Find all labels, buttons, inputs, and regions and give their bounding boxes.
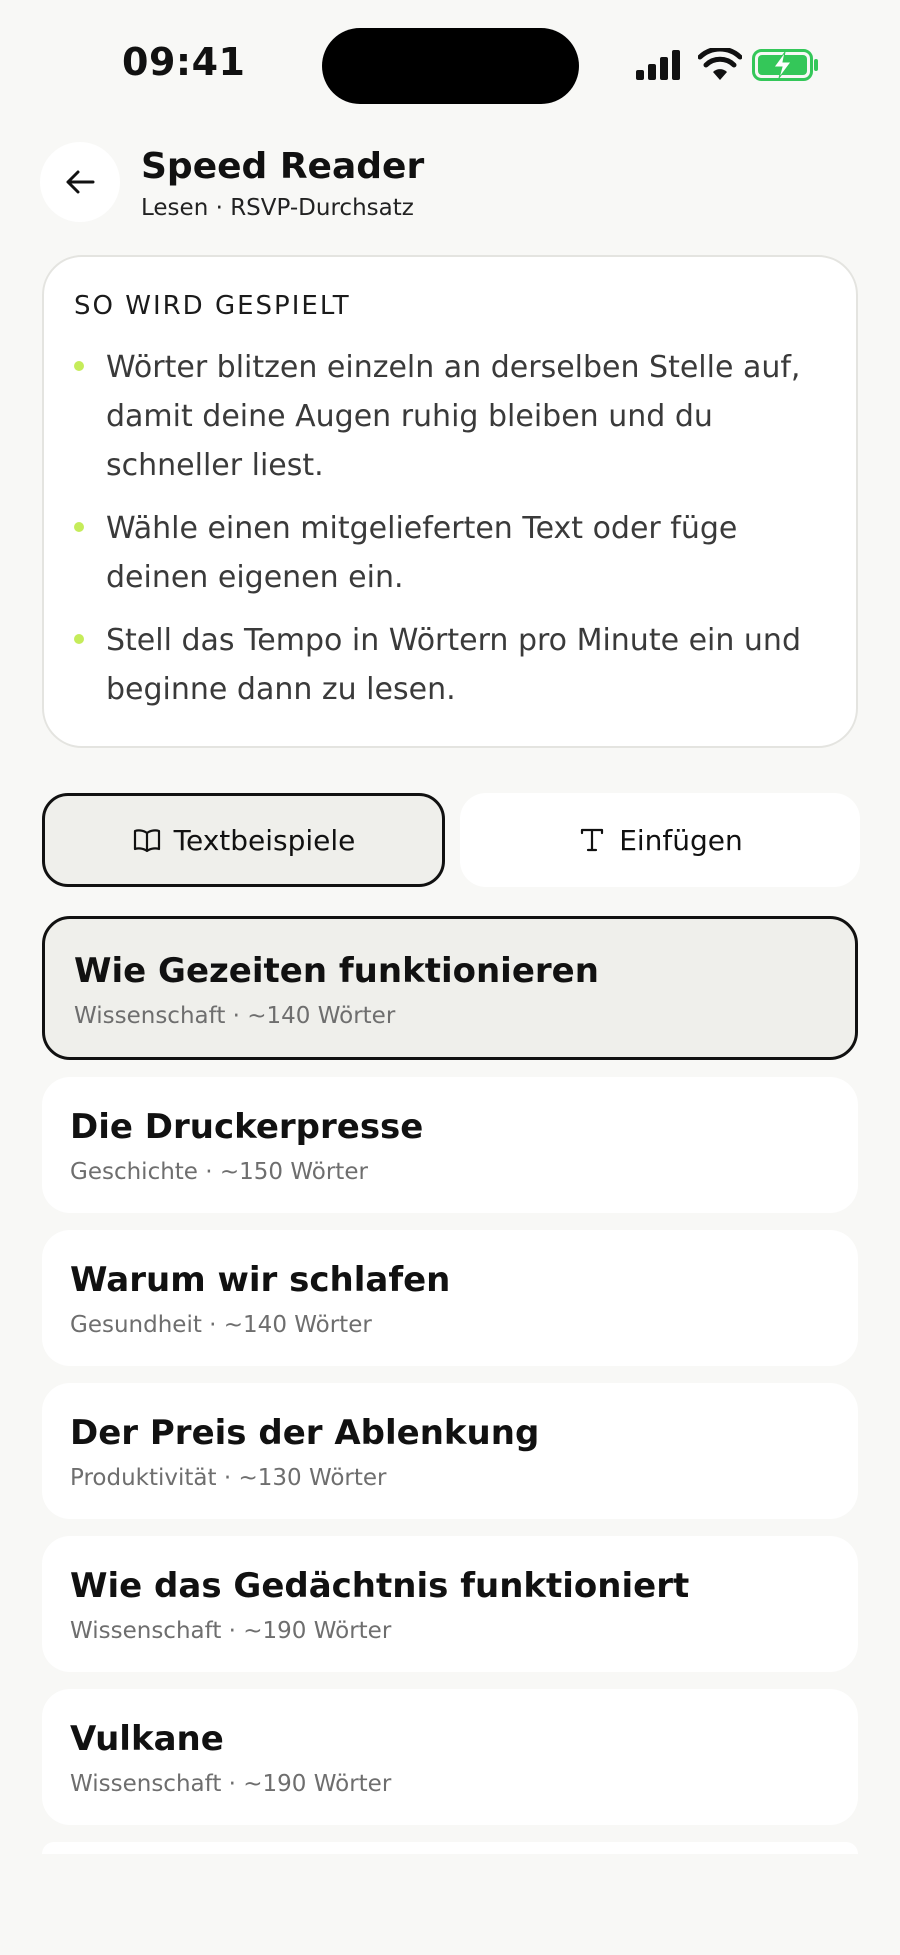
signal-icon: [636, 50, 680, 80]
back-button[interactable]: [40, 142, 120, 222]
text-item-title: Vulkane: [70, 1719, 224, 1759]
how-to-item: Stell das Tempo in Wörtern pro Minute ei…: [72, 616, 828, 714]
text-item-meta: Geschichte · ~150 Wörter: [70, 1159, 368, 1185]
text-item-meta: Wissenschaft · ~190 Wörter: [70, 1618, 392, 1644]
text-item-title: Wie Gezeiten funktionieren: [74, 951, 599, 991]
header: Speed Reader Lesen · RSVP-Durchsatz: [0, 140, 900, 240]
status-bar: 09:41: [0, 0, 900, 130]
page-subtitle: Lesen · RSVP-Durchsatz: [141, 195, 414, 221]
bullet-dot-icon: [74, 361, 84, 371]
tab-samples-label: Textbeispiele: [173, 823, 356, 857]
text-list-item[interactable]: Warum wir schlafen Gesundheit · ~140 Wör…: [42, 1230, 858, 1366]
tab-samples[interactable]: Textbeispiele: [42, 793, 445, 887]
how-to-item-text: Wörter blitzen einzeln an derselben Stel…: [106, 350, 801, 483]
text-item-meta: Wissenschaft · ~140 Wörter: [74, 1003, 396, 1029]
text-list-item-partial[interactable]: [42, 1842, 858, 1854]
tab-paste-label: Einfügen: [619, 823, 743, 857]
dynamic-island: [322, 28, 579, 104]
text-list-item-selected[interactable]: Wie Gezeiten funktionieren Wissenschaft …: [42, 916, 858, 1060]
text-item-meta: Produktivität · ~130 Wörter: [70, 1465, 387, 1491]
page-title: Speed Reader: [141, 146, 425, 187]
how-to-item-text: Wähle einen mitgelieferten Text oder füg…: [106, 511, 738, 595]
how-to-heading: SO WIRD GESPIELT: [74, 291, 351, 321]
battery-charging-icon: [752, 49, 818, 81]
arrow-left-icon: [66, 170, 95, 194]
text-item-title: Der Preis der Ablenkung: [70, 1413, 540, 1453]
book-icon: [132, 825, 162, 855]
how-to-card: SO WIRD GESPIELT Wörter blitzen einzeln …: [42, 255, 858, 748]
text-list-item[interactable]: Vulkane Wissenschaft · ~190 Wörter: [42, 1689, 858, 1825]
text-list-item[interactable]: Die Druckerpresse Geschichte · ~150 Wört…: [42, 1077, 858, 1213]
how-to-item: Wörter blitzen einzeln an derselben Stel…: [72, 343, 828, 490]
how-to-list: Wörter blitzen einzeln an derselben Stel…: [72, 343, 828, 714]
text-item-meta: Wissenschaft · ~190 Wörter: [70, 1771, 392, 1797]
how-to-item-text: Stell das Tempo in Wörtern pro Minute ei…: [106, 623, 801, 707]
text-list-item[interactable]: Der Preis der Ablenkung Produktivität · …: [42, 1383, 858, 1519]
text-icon: [577, 825, 607, 855]
how-to-item: Wähle einen mitgelieferten Text oder füg…: [72, 504, 828, 602]
status-time: 09:41: [122, 40, 246, 84]
text-item-title: Warum wir schlafen: [70, 1260, 451, 1300]
text-item-meta: Gesundheit · ~140 Wörter: [70, 1312, 372, 1338]
bullet-dot-icon: [74, 634, 84, 644]
text-item-title: Wie das Gedächtnis funktioniert: [70, 1566, 690, 1606]
tab-paste[interactable]: Einfügen: [460, 793, 860, 887]
bullet-dot-icon: [74, 522, 84, 532]
speed-reader-screen: 09:41 Speed Reader Lesen · RSVP-Durchsat…: [0, 0, 900, 1955]
text-list-item[interactable]: Wie das Gedächtnis funktioniert Wissensc…: [42, 1536, 858, 1672]
wifi-icon: [698, 48, 742, 80]
text-item-title: Die Druckerpresse: [70, 1107, 424, 1147]
